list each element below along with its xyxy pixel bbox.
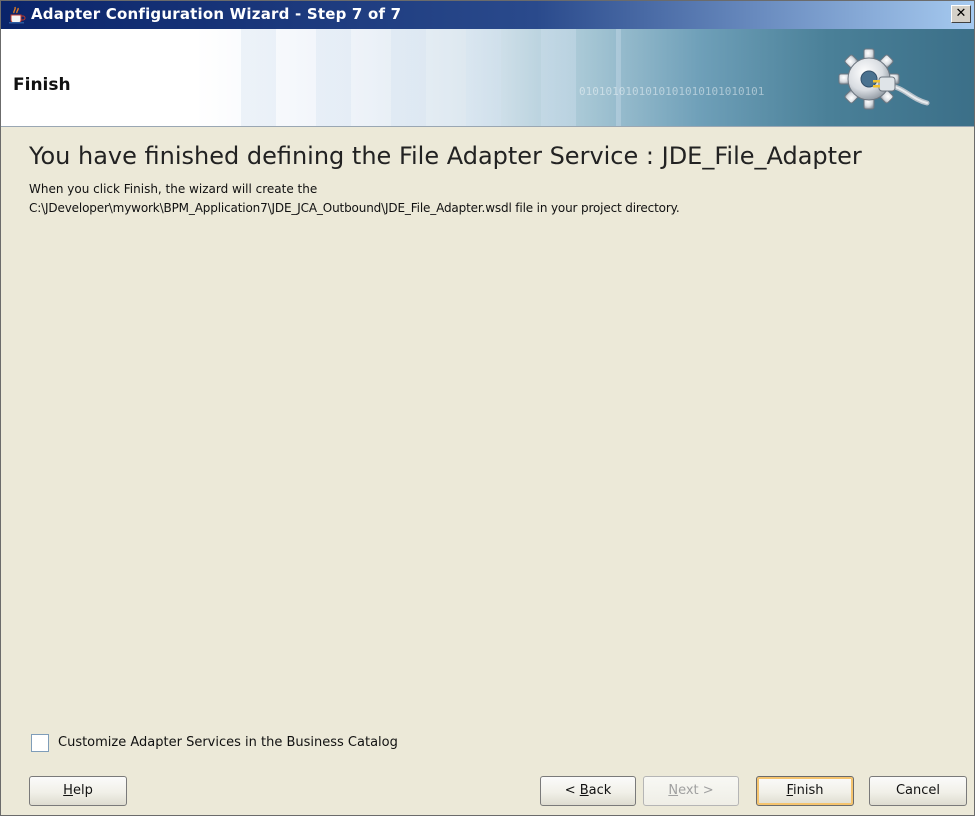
help-label-rest: elp [72, 783, 93, 798]
page-title: Finish [13, 75, 71, 95]
finish-description-line1: When you click Finish, the wizard will c… [29, 182, 318, 196]
next-mnemonic: N [668, 783, 679, 798]
cancel-label: Cancel [895, 783, 941, 798]
customize-checkbox[interactable] [31, 734, 49, 752]
wizard-content: You have finished defining the File Adap… [1, 127, 974, 725]
cancel-button[interactable]: Cancel [869, 776, 967, 806]
wizard-window: Adapter Configuration Wizard - Step 7 of… [0, 0, 975, 816]
coffee-cup-icon [9, 6, 26, 24]
customize-checkbox-label: Customize Adapter Services in the Busine… [58, 735, 398, 750]
close-button[interactable]: ✕ [951, 5, 971, 23]
back-prefix: < [564, 783, 580, 798]
finish-button[interactable]: Finish [756, 776, 854, 806]
finish-label-rest: inish [793, 783, 824, 798]
banner-binary-text: 0101010101010101010101010101 [579, 85, 765, 98]
gear-plug-icon [838, 48, 930, 110]
back-button[interactable]: < Back [540, 776, 636, 806]
help-button[interactable]: Help [29, 776, 127, 806]
window-title: Adapter Configuration Wizard - Step 7 of… [31, 5, 402, 23]
header-banner: 0101010101010101010101010101 Finish [1, 29, 974, 127]
back-label-rest: ack [588, 783, 612, 798]
finish-headline: You have finished defining the File Adap… [29, 142, 862, 170]
finish-description-line2: C:\JDeveloper\mywork\BPM_Application7\JD… [29, 201, 680, 215]
close-icon: ✕ [955, 6, 967, 21]
title-bar[interactable]: Adapter Configuration Wizard - Step 7 of… [1, 1, 974, 29]
next-label-rest: ext > [678, 783, 714, 798]
banner-decoration [201, 29, 621, 126]
help-mnemonic: H [63, 783, 73, 798]
back-mnemonic: B [579, 783, 589, 798]
next-button[interactable]: Next > [643, 776, 739, 806]
